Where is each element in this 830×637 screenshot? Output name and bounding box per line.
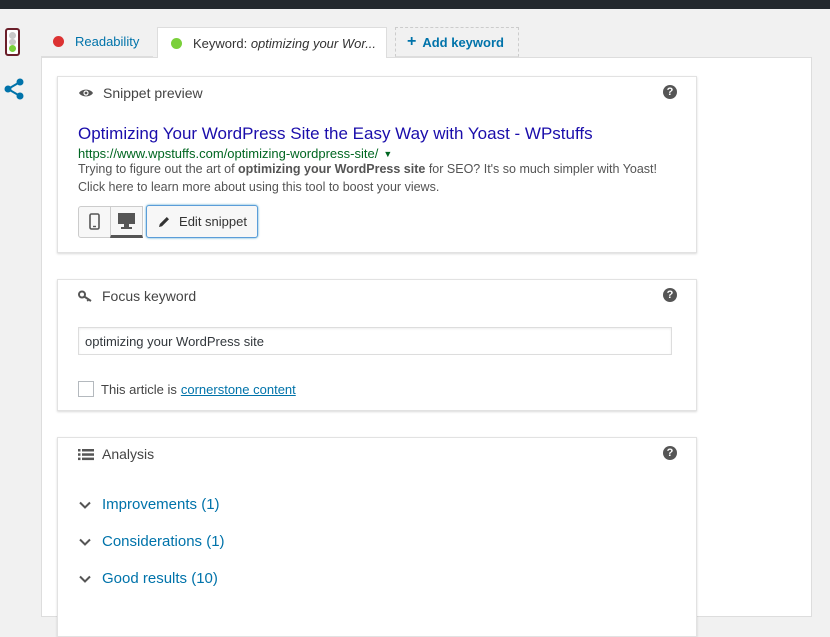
snippet-url[interactable]: https://www.wpstuffs.com/optimizing-word… — [78, 146, 392, 161]
traffic-light-icon[interactable] — [5, 28, 20, 56]
focus-keyword-input[interactable] — [78, 327, 672, 355]
snippet-desc-keyword: optimizing your WordPress site — [238, 162, 426, 176]
snippet-desc-before: Trying to figure out the art of — [78, 162, 239, 176]
tab-keyword[interactable]: Keyword: optimizing your Wor... — [157, 27, 387, 58]
snippet-url-text: https://www.wpstuffs.com/optimizing-word… — [78, 146, 379, 161]
focus-keyword-card: Focus keyword ? This article is cornerst… — [57, 279, 697, 411]
analysis-header: Analysis — [78, 446, 154, 462]
cornerstone-checkbox[interactable] — [78, 381, 94, 397]
share-icon[interactable] — [2, 77, 26, 101]
plus-icon: + — [407, 33, 417, 50]
chevron-down-icon — [79, 501, 91, 509]
snippet-preview-header[interactable]: Snippet preview — [78, 85, 203, 101]
tab-readability-label: Readability — [75, 34, 140, 49]
cornerstone-prefix: This article is — [101, 381, 177, 397]
edit-snippet-label: Edit snippet — [179, 214, 247, 229]
analysis-section-considerations[interactable]: Considerations (1) — [78, 533, 225, 550]
snippet-description[interactable]: Trying to figure out the art of optimizi… — [78, 160, 668, 196]
analysis-section-improvements[interactable]: Improvements (1) — [78, 496, 220, 513]
tab-keyword-value: optimizing your Wor... — [250, 35, 377, 51]
snippet-title[interactable]: Optimizing Your WordPress Site the Easy … — [78, 124, 593, 144]
analysis-section-label: Improvements (1) — [102, 496, 220, 513]
focus-keyword-heading: Focus keyword — [102, 288, 197, 304]
eye-icon — [79, 89, 93, 97]
mobile-icon — [89, 213, 100, 230]
snippet-help-icon[interactable]: ? — [663, 85, 677, 99]
analysis-card: Analysis ? Improvements (1) Consideratio… — [57, 437, 697, 637]
cornerstone-row: This article is cornerstone content — [78, 381, 296, 397]
analysis-section-label: Good results (10) — [102, 570, 218, 587]
snippet-preview-heading: Snippet preview — [103, 85, 203, 101]
analysis-section-good-results[interactable]: Good results (10) — [78, 570, 218, 587]
add-keyword-label: Add keyword — [422, 34, 504, 50]
snippet-preview-card: Snippet preview ? Optimizing Your WordPr… — [57, 76, 697, 253]
desktop-preview-button[interactable] — [110, 206, 143, 238]
admin-top-bar — [0, 0, 830, 9]
chevron-down-icon — [79, 575, 91, 583]
focus-keyword-help-icon[interactable]: ? — [663, 288, 677, 302]
edit-snippet-button[interactable]: Edit snippet — [146, 205, 258, 238]
add-keyword-button[interactable]: + Add keyword — [395, 27, 519, 57]
keyword-status-dot — [171, 37, 182, 49]
chevron-down-icon — [79, 538, 91, 546]
mobile-preview-button[interactable] — [78, 206, 111, 238]
list-icon — [78, 448, 94, 460]
tab-keyword-prefix: Keyword: — [193, 35, 251, 51]
analysis-help-icon[interactable]: ? — [663, 446, 677, 460]
readability-status-dot — [53, 36, 64, 47]
key-icon — [78, 290, 92, 302]
cornerstone-link[interactable]: cornerstone content — [181, 382, 296, 397]
caret-down-icon: ▼ — [383, 149, 393, 159]
analysis-heading: Analysis — [102, 446, 155, 462]
pencil-icon — [159, 216, 170, 227]
desktop-icon — [118, 213, 135, 229]
focus-keyword-header: Focus keyword — [78, 288, 196, 304]
tab-readability[interactable]: Readability — [41, 27, 153, 57]
analysis-section-label: Considerations (1) — [102, 533, 225, 550]
